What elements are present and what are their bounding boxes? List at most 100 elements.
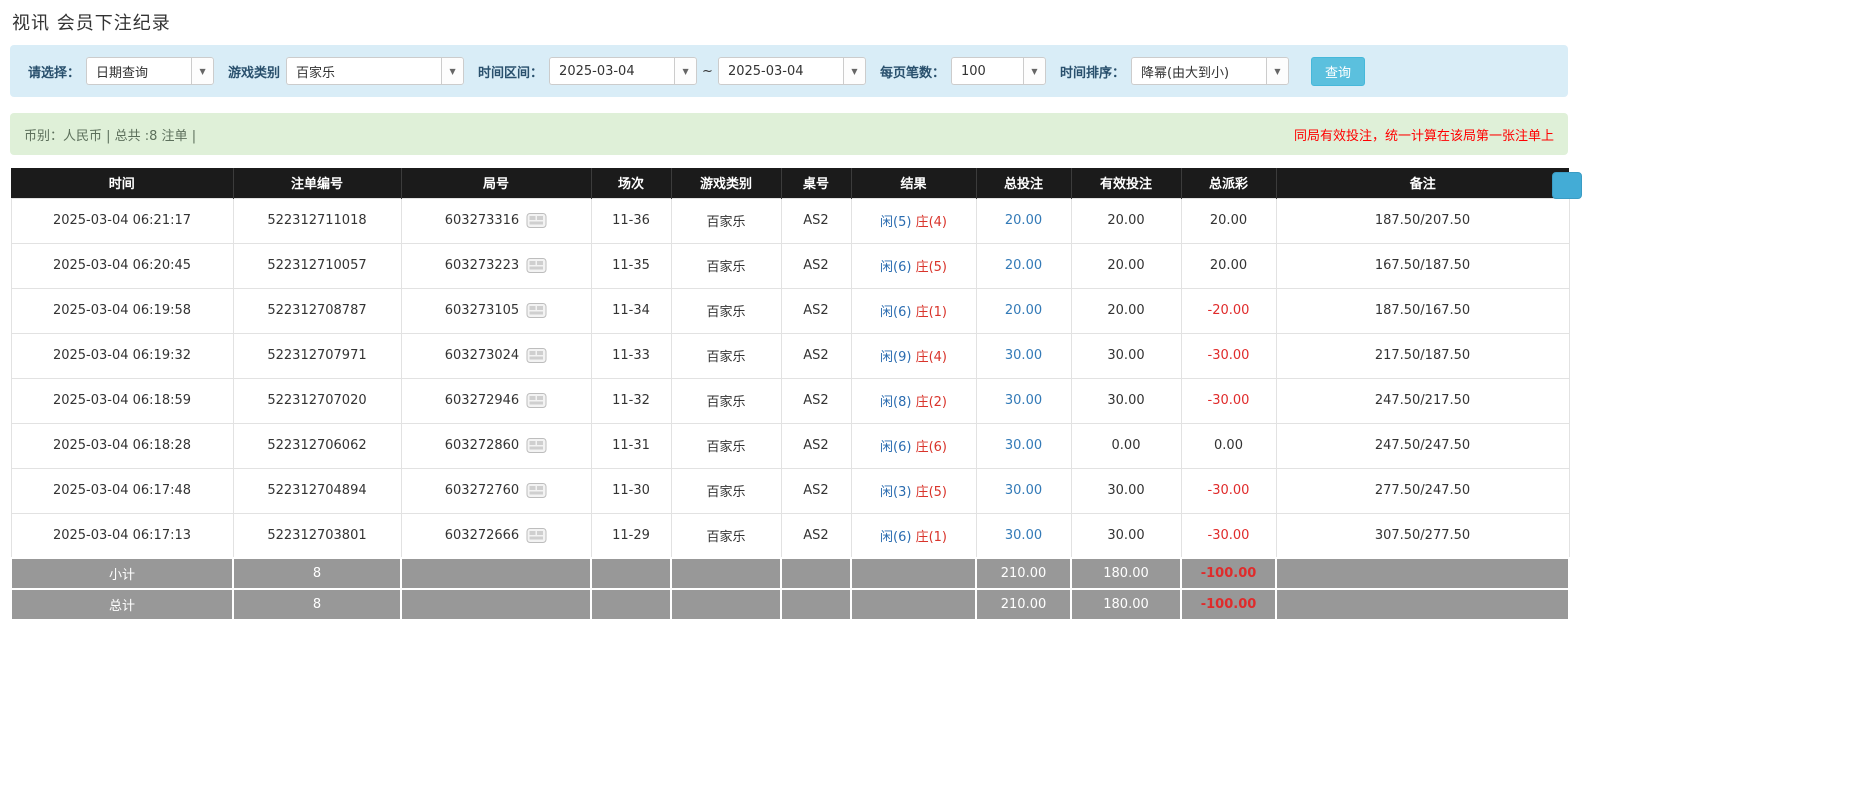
page-size-dropdown[interactable]: 100 ▼ (951, 57, 1046, 85)
total-bet-link[interactable]: 30.00 (1005, 528, 1042, 543)
date-from-value: 2025-03-04 (549, 57, 674, 85)
time-sort-dropdown[interactable]: 降幂(由大到小) ▼ (1131, 57, 1289, 85)
table-row: 2025-03-04 06:19:32 522312707971 6032730… (11, 333, 1569, 378)
cell-round-number: 603273024 (401, 333, 591, 378)
cell-valid-bet: 30.00 (1071, 378, 1181, 423)
cell-round-number: 603272666 (401, 513, 591, 558)
result-banker: 庄(1) (916, 530, 947, 545)
total-bet-link[interactable]: 20.00 (1005, 213, 1042, 228)
cell-valid-bet: 0.00 (1071, 423, 1181, 468)
bet-records-table: 时间注单编号局号场次游戏类别桌号结果总投注有效投注总派彩备注 2025-03-0… (10, 168, 1570, 621)
cell-empty (851, 589, 976, 620)
date-from-picker[interactable]: 2025-03-04 ▼ (549, 57, 697, 85)
cell-remark: 277.50/247.50 (1276, 468, 1569, 513)
select-mode-dropdown[interactable]: 日期查询 ▼ (86, 57, 214, 85)
cell-summary-payout: -100.00 (1181, 589, 1276, 620)
cell-bet-number: 522312703801 (233, 513, 401, 558)
cell-remark: 307.50/277.50 (1276, 513, 1569, 558)
table-row: 2025-03-04 06:18:59 522312707020 6032729… (11, 378, 1569, 423)
total-bet-link[interactable]: 30.00 (1005, 483, 1042, 498)
cell-bet-number: 522312707020 (233, 378, 401, 423)
cell-round-number: 603272860 (401, 423, 591, 468)
table-row: 2025-03-04 06:18:28 522312706062 6032728… (11, 423, 1569, 468)
total-bet-link[interactable]: 30.00 (1005, 348, 1042, 363)
summary-row: 小计 8 210.00 180.00 -100.00 (11, 558, 1569, 589)
cell-table-number: AS2 (781, 243, 851, 288)
result-player: 闲(6) (880, 260, 911, 275)
cell-time: 2025-03-04 06:18:28 (11, 423, 233, 468)
cell-game-type: 百家乐 (671, 423, 781, 468)
cell-remark: 187.50/207.50 (1276, 198, 1569, 243)
cell-total-bet: 30.00 (976, 378, 1071, 423)
replay-video-icon[interactable] (526, 437, 547, 454)
column-header-3: 局号 (401, 168, 591, 198)
cell-table-number: AS2 (781, 333, 851, 378)
cell-round-number: 603272760 (401, 468, 591, 513)
cell-table-number: AS2 (781, 423, 851, 468)
cell-empty (1276, 589, 1569, 620)
summary-bar: 币别：人民币 | 总共 :8 注单 | 同局有效投注，统一计算在该局第一张注单上 (10, 113, 1568, 155)
cell-remark: 247.50/247.50 (1276, 423, 1569, 468)
cell-table-number: AS2 (781, 468, 851, 513)
cell-round-number: 603272946 (401, 378, 591, 423)
cell-round-number: 603273223 (401, 243, 591, 288)
cell-summary-total-bet: 210.00 (976, 558, 1071, 589)
cell-payout: -20.00 (1181, 288, 1276, 333)
total-bet-link[interactable]: 30.00 (1005, 438, 1042, 453)
result-player: 闲(6) (880, 530, 911, 545)
range-separator: ~ (702, 64, 713, 79)
cell-summary-payout: -100.00 (1181, 558, 1276, 589)
column-header-4: 场次 (591, 168, 671, 198)
chevron-down-icon: ▼ (674, 57, 697, 85)
cell-time: 2025-03-04 06:19:32 (11, 333, 233, 378)
replay-video-icon[interactable] (526, 392, 547, 409)
table-row: 2025-03-04 06:20:45 522312710057 6032732… (11, 243, 1569, 288)
replay-video-icon[interactable] (526, 527, 547, 544)
cell-valid-bet: 30.00 (1071, 333, 1181, 378)
replay-video-icon[interactable] (526, 482, 547, 499)
cell-time: 2025-03-04 06:17:48 (11, 468, 233, 513)
result-banker: 庄(2) (916, 395, 947, 410)
summary-row: 总计 8 210.00 180.00 -100.00 (11, 589, 1569, 620)
cell-total-bet: 30.00 (976, 468, 1071, 513)
cell-session: 11-36 (591, 198, 671, 243)
cell-empty (671, 558, 781, 589)
total-bet-link[interactable]: 20.00 (1005, 258, 1042, 273)
cell-remark: 247.50/217.50 (1276, 378, 1569, 423)
chevron-down-icon: ▼ (843, 57, 866, 85)
cell-payout: 0.00 (1181, 423, 1276, 468)
date-to-picker[interactable]: 2025-03-04 ▼ (718, 57, 866, 85)
cell-empty (851, 558, 976, 589)
table-header-row: 时间注单编号局号场次游戏类别桌号结果总投注有效投注总派彩备注 (11, 168, 1569, 198)
replay-video-icon[interactable] (526, 347, 547, 364)
cell-total-bet: 20.00 (976, 288, 1071, 333)
search-button[interactable]: 查询 (1311, 57, 1365, 86)
game-type-dropdown[interactable]: 百家乐 ▼ (286, 57, 464, 85)
column-header-11: 备注 (1276, 168, 1569, 198)
cell-remark: 187.50/167.50 (1276, 288, 1569, 333)
total-bet-link[interactable]: 30.00 (1005, 393, 1042, 408)
cell-bet-number: 522312706062 (233, 423, 401, 468)
cell-payout: -30.00 (1181, 513, 1276, 558)
cell-empty (401, 589, 591, 620)
cell-payout: 20.00 (1181, 243, 1276, 288)
cell-result: 闲(6) 庄(1) (851, 513, 976, 558)
cell-session: 11-29 (591, 513, 671, 558)
total-bet-link[interactable]: 20.00 (1005, 303, 1042, 318)
result-banker: 庄(5) (916, 485, 947, 500)
export-button[interactable] (1552, 172, 1582, 199)
replay-video-icon[interactable] (526, 212, 547, 229)
time-sort-label: 时间排序： (1060, 62, 1125, 81)
cell-result: 闲(6) 庄(6) (851, 423, 976, 468)
cell-empty (671, 589, 781, 620)
result-banker: 庄(6) (916, 440, 947, 455)
chevron-down-icon: ▼ (1023, 57, 1046, 85)
cell-result: 闲(5) 庄(4) (851, 198, 976, 243)
game-type-value: 百家乐 (286, 57, 441, 85)
cell-summary-valid-bet: 180.00 (1071, 589, 1181, 620)
cell-result: 闲(6) 庄(1) (851, 288, 976, 333)
replay-video-icon[interactable] (526, 302, 547, 319)
cell-payout: -30.00 (1181, 468, 1276, 513)
column-header-8: 总投注 (976, 168, 1071, 198)
replay-video-icon[interactable] (526, 257, 547, 274)
